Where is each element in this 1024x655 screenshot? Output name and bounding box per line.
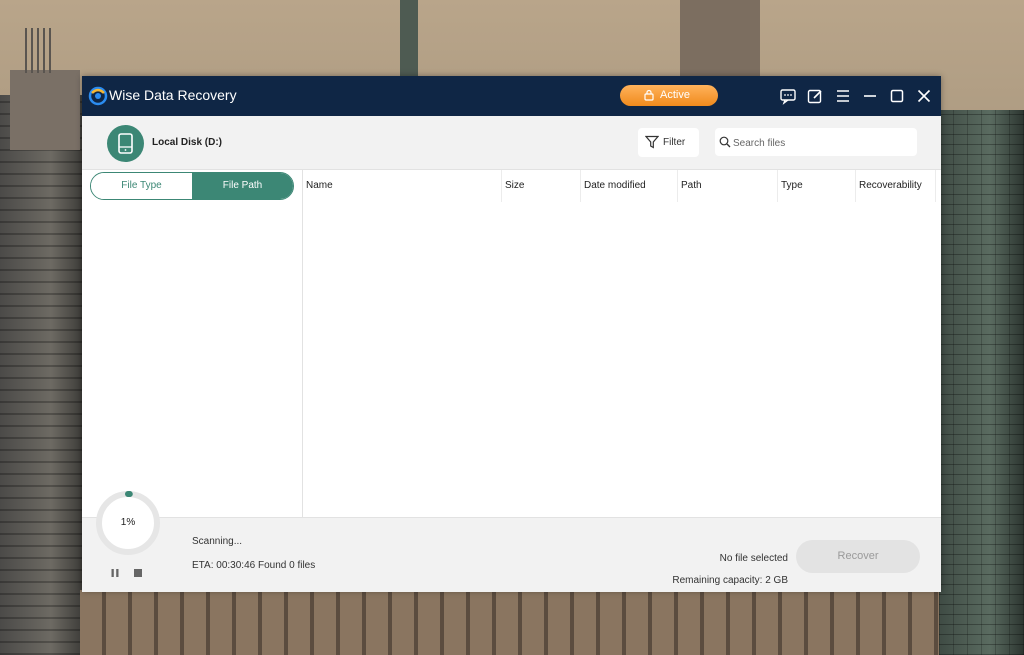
progress-percent: 1%: [120, 517, 136, 528]
column-header-type[interactable]: Type: [778, 170, 856, 202]
filter-button[interactable]: Filter: [638, 128, 699, 157]
remaining-capacity: Remaining capacity: 2 GB: [672, 575, 788, 586]
filter-icon: [645, 135, 659, 149]
active-button[interactable]: Active: [620, 85, 718, 106]
app-window: Wise Data Recovery Active Local Disk (D:…: [82, 76, 941, 592]
close-icon[interactable]: [915, 87, 933, 105]
column-header-path[interactable]: Path: [678, 170, 778, 202]
background-city: [80, 590, 939, 655]
maximize-icon[interactable]: [888, 87, 906, 105]
pause-icon[interactable]: [110, 568, 120, 578]
column-header-size[interactable]: Size: [502, 170, 581, 202]
status-footer: 1% Scanning... ETA: 00:30:46 Found 0 fil…: [82, 491, 941, 592]
lock-icon: [644, 89, 654, 101]
active-button-label: Active: [660, 89, 690, 101]
scan-eta: ETA: 00:30:46 Found 0 files: [192, 560, 316, 571]
edit-icon[interactable]: [806, 87, 824, 105]
background-antenna: [25, 28, 55, 73]
minimize-icon[interactable]: [861, 87, 879, 105]
app-title: Wise Data Recovery: [109, 87, 237, 103]
left-panel: File Type File Path: [82, 170, 303, 517]
filter-label: Filter: [663, 137, 686, 148]
selection-status: No file selected: [719, 553, 788, 564]
local-disk-icon: [107, 125, 144, 162]
column-header-date-modified[interactable]: Date modified: [581, 170, 678, 202]
view-toggle: File Type File Path: [90, 172, 294, 200]
search-input[interactable]: [731, 133, 915, 153]
recover-button[interactable]: Recover: [796, 540, 920, 573]
scan-status: Scanning...: [192, 536, 243, 547]
background-building: [680, 0, 760, 80]
background-spire: [400, 0, 418, 80]
drive-icon: [118, 133, 133, 154]
column-header-recoverability[interactable]: Recoverability: [856, 170, 936, 202]
title-bar[interactable]: Wise Data Recovery Active: [82, 76, 941, 116]
feedback-icon[interactable]: [779, 87, 797, 105]
tab-file-path[interactable]: File Path: [192, 173, 293, 199]
background-building: [939, 110, 1024, 655]
tab-file-type[interactable]: File Type: [91, 173, 192, 199]
search-icon: [719, 136, 731, 148]
disk-name: Local Disk (D:): [152, 137, 223, 148]
menu-icon[interactable]: [834, 87, 852, 105]
app-logo-icon: [88, 86, 108, 106]
background-building: [0, 95, 85, 655]
search-box: [715, 128, 917, 156]
table-header: Name Size Date modified Path Type Recove…: [303, 170, 941, 202]
stop-icon[interactable]: [133, 568, 143, 578]
background-building: [10, 70, 80, 150]
toolbar: Local Disk (D:) Filter: [82, 116, 941, 170]
column-header-name[interactable]: Name: [303, 170, 502, 202]
file-table: Name Size Date modified Path Type Recove…: [303, 170, 941, 517]
